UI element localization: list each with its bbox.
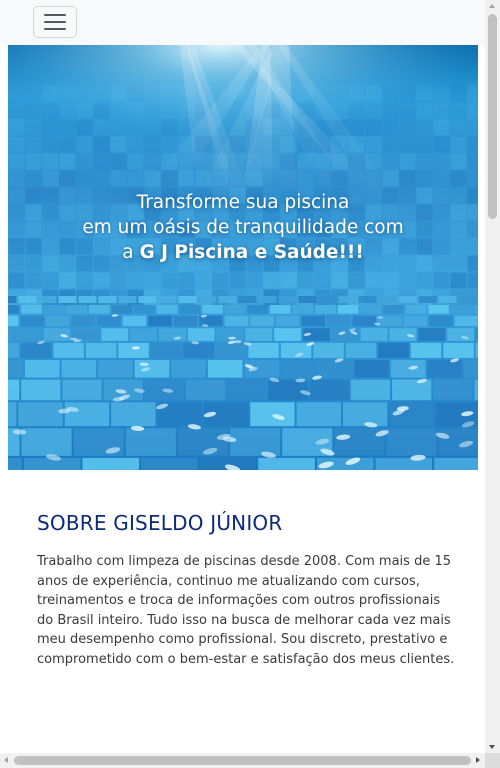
scroll-up-icon[interactable] [489,4,495,8]
about-section: SOBRE GISELDO JÚNIOR Trabalho com limpez… [37,500,455,670]
vertical-scrollbar[interactable] [485,0,500,753]
scrollbar-corner [485,753,500,768]
hero-line-3: a G J Piscina e Saúde!!! [8,240,478,265]
horizontal-scrollbar[interactable] [0,753,485,768]
hamburger-menu-icon-bar [44,21,66,23]
hamburger-menu-icon [44,14,66,16]
page-viewport: Transforme sua piscina em um oásis de tr… [0,0,485,753]
hero-headline: Transforme sua piscina em um oásis de tr… [8,190,478,265]
vertical-scrollbar-thumb[interactable] [488,14,497,219]
about-title: SOBRE GISELDO JÚNIOR [37,511,283,535]
hero-brand-name: G J Piscina e Saúde!!! [139,242,364,263]
hero-line-2: em um oásis de tranquilidade com [82,217,404,238]
hero-line-1: Transforme sua piscina [136,192,350,213]
navbar-toggler-button[interactable] [33,6,77,38]
hero-banner: Transforme sua piscina em um oásis de tr… [8,45,478,470]
scroll-down-icon[interactable] [489,745,495,749]
scroll-left-icon[interactable] [4,757,8,763]
scroll-right-icon[interactable] [476,757,480,763]
hero-line-3-prefix: a [122,242,140,263]
about-body: Trabalho com limpeza de piscinas desde 2… [37,554,455,667]
hamburger-menu-icon-bar [44,28,66,30]
horizontal-scrollbar-thumb[interactable] [14,756,471,765]
navbar [0,0,485,45]
